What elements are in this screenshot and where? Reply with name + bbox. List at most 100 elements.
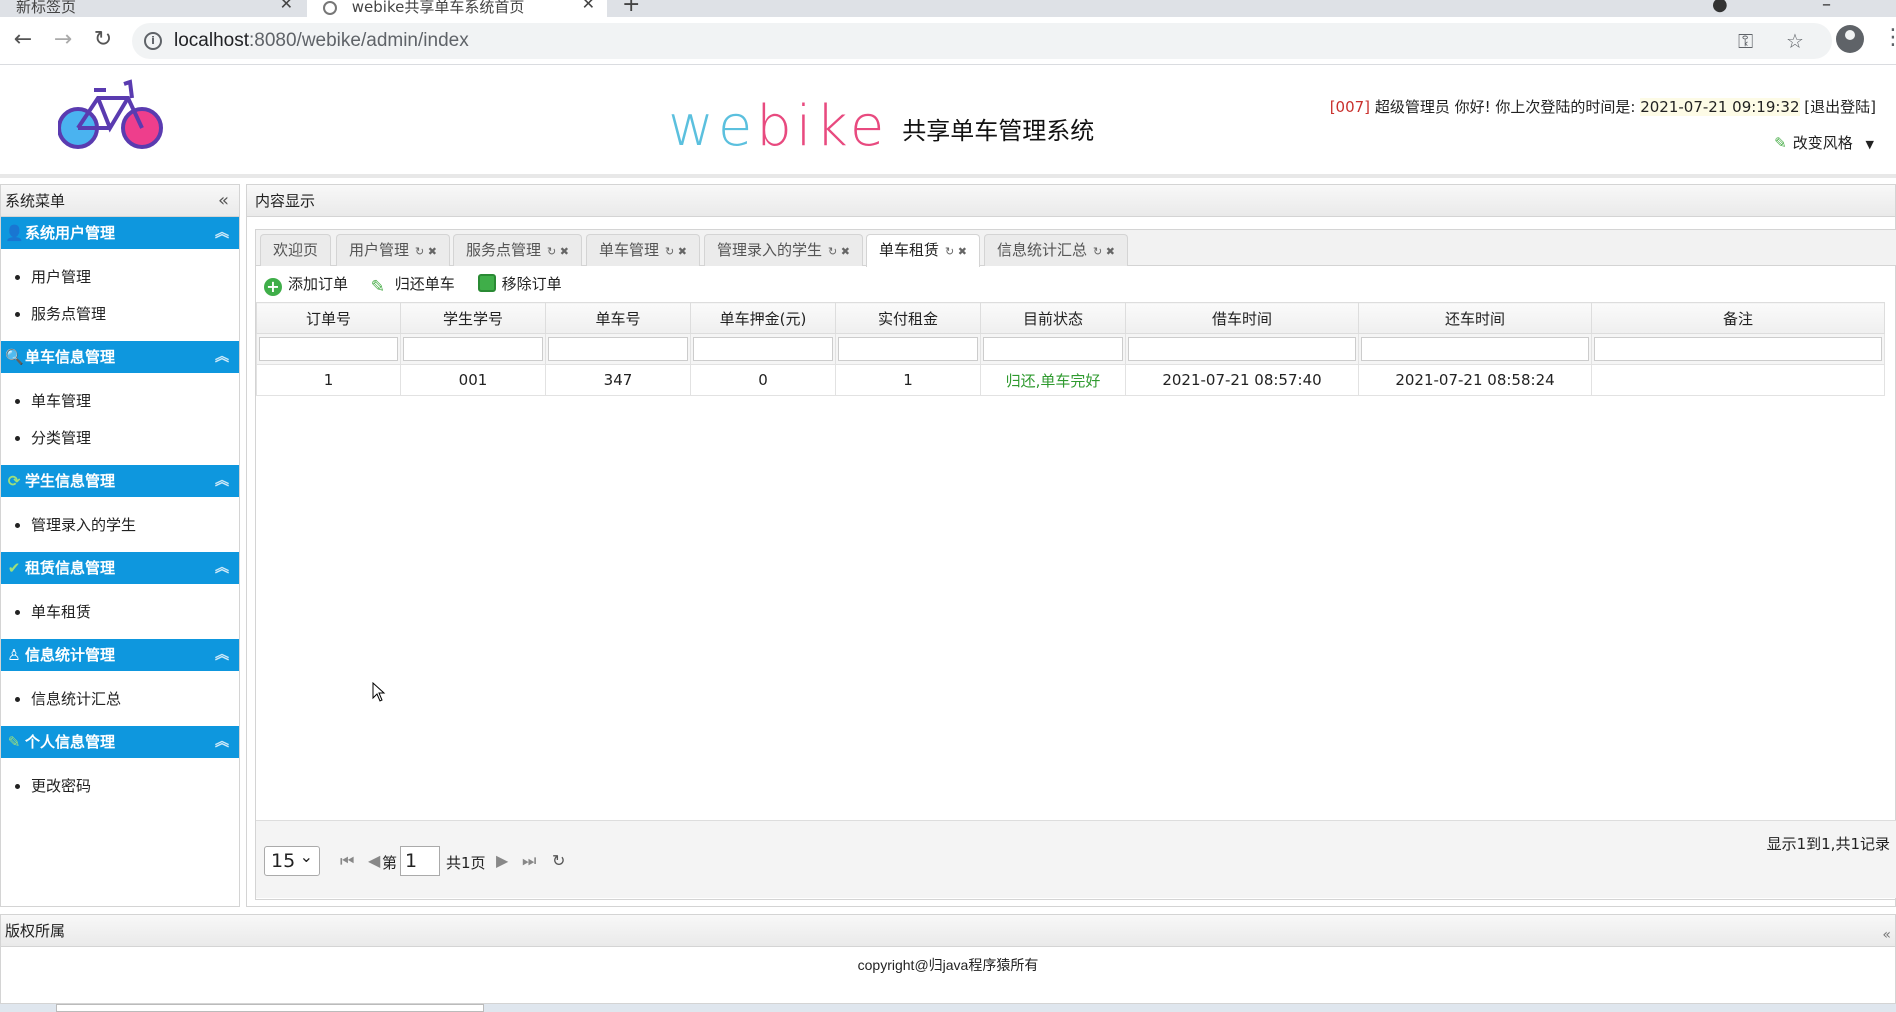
chevron-up-icon[interactable]: ︽ xyxy=(215,217,229,249)
menu-group-students[interactable]: ⟳ 学生信息管理 ︽ xyxy=(1,465,239,497)
refresh-close-icon[interactable]: ↻ ✖ xyxy=(547,245,569,258)
filter-input[interactable] xyxy=(1594,337,1882,361)
menu-item-bike-rental[interactable]: 单车租赁 xyxy=(31,594,239,631)
change-style-button[interactable]: ✎ 改变风格 ▼ xyxy=(1774,132,1874,153)
key-icon[interactable]: ⚿ xyxy=(1738,29,1753,53)
column-header[interactable]: 实付租金 xyxy=(835,302,981,334)
last-page-icon[interactable]: ⏭ xyxy=(522,851,536,871)
column-header[interactable]: 借车时间 xyxy=(1125,302,1359,334)
menu-item-categories[interactable]: 分类管理 xyxy=(31,420,239,457)
menu-item-statistics[interactable]: 信息统计汇总 xyxy=(31,681,239,718)
menu-item-bike-management[interactable]: 单车管理 xyxy=(31,383,239,420)
menu-item-service-points[interactable]: 服务点管理 xyxy=(31,296,239,333)
record-info: 显示1到1,共1记录 xyxy=(1766,835,1890,853)
refresh-icon[interactable]: ↻ xyxy=(552,851,565,870)
refresh-close-icon[interactable]: ↻ ✖ xyxy=(1093,245,1115,258)
bicycle-logo-icon xyxy=(58,79,163,149)
tab-search-icon[interactable]: ● xyxy=(1712,0,1728,15)
filter-input[interactable] xyxy=(403,337,543,361)
filter-input[interactable] xyxy=(548,337,688,361)
chevron-up-icon[interactable]: ︽ xyxy=(215,726,229,758)
tab-bike-rental[interactable]: 单车租赁 ↻ ✖ xyxy=(866,234,980,267)
first-page-icon[interactable]: ⏮ xyxy=(340,851,354,871)
cell-deposit: 0 xyxy=(690,364,836,396)
system-name: 共享单车管理系统 xyxy=(902,117,1095,145)
minimize-icon[interactable]: – xyxy=(1822,0,1831,15)
sidebar-title: 系统菜单 « xyxy=(1,185,239,217)
page-size-select[interactable]: 15 xyxy=(264,843,320,876)
last-login-time: 2021-07-21 09:19:32 xyxy=(1640,98,1800,116)
add-order-button[interactable]: + 添加订单 xyxy=(264,266,348,302)
menu-item-students[interactable]: 管理录入的学生 xyxy=(31,507,239,544)
back-arrow-icon[interactable]: ← xyxy=(10,27,36,53)
column-header[interactable]: 单车号 xyxy=(545,302,691,334)
menu-group-rental[interactable]: ✔ 租赁信息管理 ︽ xyxy=(1,552,239,584)
collapse-left-icon[interactable]: « xyxy=(218,185,229,217)
page-number-input[interactable]: 1 xyxy=(400,846,440,876)
tab-bike-management[interactable]: 单车管理 ↻ ✖ xyxy=(586,234,700,266)
refresh-close-icon[interactable]: ↻ ✖ xyxy=(945,245,967,258)
table-row[interactable]: 1 001 347 0 1 归还,单车完好 2021-07-21 08:57:4… xyxy=(256,364,1885,396)
pencil-icon: ✎ xyxy=(7,733,21,751)
tab-user-management[interactable]: 用户管理 ↻ ✖ xyxy=(336,234,450,266)
column-header[interactable]: 学生学号 xyxy=(400,302,546,334)
app-header: webike 共享单车管理系统 [007] 超级管理员 你好! 你上次登陆的时间是… xyxy=(0,66,1896,178)
logout-link[interactable]: [退出登陆] xyxy=(1800,98,1876,116)
refresh-close-icon[interactable]: ↻ ✖ xyxy=(828,245,850,258)
prev-page-icon[interactable]: ◀ xyxy=(368,851,380,870)
column-header[interactable]: 备注 xyxy=(1591,302,1885,334)
profile-avatar-icon[interactable] xyxy=(1836,25,1864,53)
search-icon: 🔍 xyxy=(5,348,24,366)
column-header[interactable]: 订单号 xyxy=(256,302,401,334)
tab-close-icon[interactable]: ✕ xyxy=(582,0,595,13)
tab-students[interactable]: 管理录入的学生 ↻ ✖ xyxy=(704,234,863,266)
cell-order-id: 1 xyxy=(256,364,401,396)
refresh-icon: ⟳ xyxy=(7,472,21,490)
return-bike-button[interactable]: ✎ 归还单车 xyxy=(371,266,455,302)
tab-service-points[interactable]: 服务点管理 ↻ ✖ xyxy=(453,234,582,266)
refresh-close-icon[interactable]: ↻ ✖ xyxy=(415,245,437,258)
chevron-up-icon[interactable]: ︽ xyxy=(215,341,229,373)
new-tab-button[interactable]: + xyxy=(622,0,640,17)
chevron-up-icon[interactable]: ︽ xyxy=(215,465,229,497)
info-icon[interactable]: i xyxy=(144,32,162,50)
menu-group-personal[interactable]: ✎ 个人信息管理 ︽ xyxy=(1,726,239,758)
column-header[interactable]: 还车时间 xyxy=(1358,302,1592,334)
filter-input[interactable] xyxy=(1361,337,1589,361)
filter-input[interactable] xyxy=(693,337,833,361)
next-page-icon[interactable]: ▶ xyxy=(496,851,508,870)
menu-group-users[interactable]: 👤系统用户管理 ︽ xyxy=(1,217,239,249)
reload-icon[interactable]: ↻ xyxy=(90,27,116,53)
forward-arrow-icon[interactable]: → xyxy=(50,27,76,53)
column-header[interactable]: 单车押金(元) xyxy=(690,302,836,334)
chevron-up-icon[interactable]: ︽ xyxy=(215,639,229,671)
filter-input[interactable] xyxy=(838,337,978,361)
mouse-cursor-icon xyxy=(372,682,386,702)
add-icon: + xyxy=(264,278,282,296)
browser-tab-active[interactable]: webike共享单车系统首页 ✕ xyxy=(307,0,607,17)
refresh-close-icon[interactable]: ↻ ✖ xyxy=(665,245,687,258)
chevron-up-icon[interactable]: ︽ xyxy=(215,552,229,584)
remove-order-button[interactable]: 移除订单 xyxy=(477,266,562,302)
tab-close-icon[interactable]: ✕ xyxy=(280,0,293,13)
star-icon[interactable]: ☆ xyxy=(1786,29,1804,53)
tab-statistics[interactable]: 信息统计汇总 ↻ ✖ xyxy=(984,234,1128,266)
menu-group-bikes[interactable]: 🔍单车信息管理 ︽ xyxy=(1,341,239,373)
filter-input[interactable] xyxy=(983,337,1123,361)
browser-tab-newtab[interactable]: 新标签页 ✕ xyxy=(0,0,305,17)
check-icon: ✔ xyxy=(7,559,21,577)
url-input[interactable]: i localhost:8080/webike/admin/index ⚿ ☆ xyxy=(132,23,1832,59)
filter-input[interactable] xyxy=(1128,337,1356,361)
menu-group-statistics[interactable]: ♙ 信息统计管理 ︽ xyxy=(1,639,239,671)
filter-input[interactable] xyxy=(259,337,398,361)
browser-menu-icon[interactable]: ⋮ xyxy=(1882,25,1896,50)
column-header[interactable]: 目前状态 xyxy=(980,302,1126,334)
menu-item-change-password[interactable]: 更改密码 xyxy=(31,768,239,805)
content-title: 内容显示 xyxy=(247,185,1895,217)
user-icon: 👤 xyxy=(5,224,24,242)
menu-item-user-management[interactable]: 用户管理 xyxy=(31,259,239,296)
copyright-text: copyright@归java程序猿所有 xyxy=(857,957,1039,973)
collapse-icon[interactable]: « xyxy=(1882,919,1891,951)
tab-welcome[interactable]: 欢迎页 xyxy=(260,234,332,266)
globe-icon xyxy=(323,0,337,15)
